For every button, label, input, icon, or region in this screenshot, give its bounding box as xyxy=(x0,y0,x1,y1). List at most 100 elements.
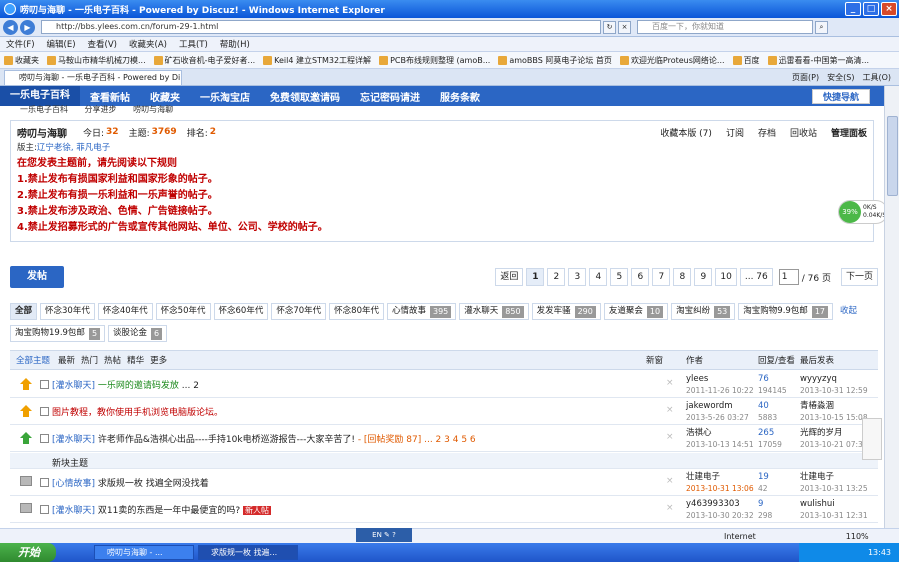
nav-new-posts[interactable]: 查看新帖 xyxy=(80,89,140,104)
archive-button[interactable]: 存档 xyxy=(758,126,776,139)
favorite-forum-button[interactable]: 收藏本版 (7) xyxy=(660,126,712,139)
category-12[interactable]: 淘宝购物9.9包邮 17 xyxy=(738,303,833,320)
thread-title[interactable]: 双11卖的东西是一年中最便宜的吗? xyxy=(98,506,240,516)
thread-title[interactable]: 求版规一枚 找遍全网没找着 xyxy=(98,479,209,489)
page-link[interactable]: 9 xyxy=(694,268,713,286)
vertical-scrollbar[interactable] xyxy=(884,86,899,528)
back-icon[interactable]: ◀ xyxy=(3,19,18,35)
menu-edit[interactable]: 编辑(E) xyxy=(47,38,76,50)
row-checkbox[interactable] xyxy=(40,505,49,514)
row-checkbox[interactable] xyxy=(40,478,49,487)
thread-extra[interactable]: - [回帖奖励 87] ... 2 3 4 5 6 xyxy=(358,435,476,445)
page-link[interactable]: 10 xyxy=(715,268,737,286)
tools-menu[interactable]: 工具(O) xyxy=(862,72,891,83)
category-13[interactable]: 淘宝购物19.9包邮 5 xyxy=(10,325,106,342)
category-5[interactable]: 怀念70年代 xyxy=(271,303,327,320)
category-10[interactable]: 友道聚会 10 xyxy=(603,303,669,320)
last-post-date[interactable]: 2013-10-31 12:31 xyxy=(800,510,868,521)
page-link[interactable]: 4 xyxy=(589,268,608,286)
subscribe-button[interactable]: 订阅 xyxy=(726,126,744,139)
menu-tools[interactable]: 工具(T) xyxy=(179,38,208,50)
zoom-level[interactable]: 110% xyxy=(846,532,869,541)
row-checkbox[interactable] xyxy=(40,380,49,389)
filter-more[interactable]: 更多 xyxy=(150,354,167,366)
page-menu[interactable]: 页面(P) xyxy=(792,72,819,83)
category-2[interactable]: 怀念40年代 xyxy=(97,303,153,320)
last-poster[interactable]: 壮建电子 xyxy=(800,472,868,483)
new-window-toggle[interactable]: 新窗 xyxy=(646,354,663,366)
filter-hot-posts[interactable]: 热帖 xyxy=(104,354,121,366)
filter-all[interactable]: 全部主题 xyxy=(16,354,50,366)
menu-favorites[interactable]: 收藏夹(A) xyxy=(129,38,167,50)
thread-author[interactable]: jakewordm xyxy=(686,401,749,412)
nav-invite[interactable]: 免费领取邀请码 xyxy=(260,89,350,104)
row-checkbox[interactable] xyxy=(40,407,49,416)
favorite-link[interactable]: 欢迎光临Proteus网络论... xyxy=(619,55,725,66)
minimize-button[interactable]: _ xyxy=(845,2,861,16)
url-input[interactable]: http://bbs.ylees.com.cn/forum-29-1.html xyxy=(41,20,601,34)
reply-count[interactable]: 265 xyxy=(758,428,782,439)
menu-file[interactable]: 文件(F) xyxy=(6,38,35,50)
nav-favorites[interactable]: 收藏夹 xyxy=(140,89,190,104)
last-post-date[interactable]: 2013-10-15 15:08 xyxy=(800,412,868,423)
reply-count[interactable]: 40 xyxy=(758,401,777,412)
thread-author[interactable]: ylees xyxy=(686,374,754,385)
start-button[interactable]: 开始 xyxy=(0,543,56,562)
thread-type[interactable]: [灌水聊天] xyxy=(52,435,95,445)
last-post-date[interactable]: 2013-10-21 07:32 xyxy=(800,439,868,450)
favorites-button[interactable]: 收藏夹 xyxy=(4,55,39,66)
last-poster[interactable]: 光辉的岁月 xyxy=(800,428,868,439)
page-link[interactable]: 7 xyxy=(652,268,671,286)
collapse-link[interactable]: 收起 xyxy=(836,303,862,320)
page-input[interactable]: 1 xyxy=(778,269,799,285)
browser-tab[interactable]: 唠叨与海聊 - 一乐电子百科 - Powered by Di... xyxy=(4,69,182,85)
ime-toolbar[interactable]: EN ✎ ? xyxy=(356,528,412,542)
thread-author[interactable]: 壮建电子 xyxy=(686,472,754,483)
breadcrumb-item[interactable]: 分享进步 xyxy=(85,105,117,114)
safety-menu[interactable]: 安全(S) xyxy=(827,72,854,83)
nav-password[interactable]: 忘记密码请进 xyxy=(350,89,430,104)
thread-type[interactable]: [心情故事] xyxy=(52,479,95,489)
favorite-link[interactable]: PCB布线规则整理 (amoB... xyxy=(379,55,490,66)
last-poster[interactable]: wulishui xyxy=(800,499,868,510)
row-checkbox[interactable] xyxy=(40,434,49,443)
close-button[interactable]: × xyxy=(881,2,897,16)
close-icon[interactable]: × xyxy=(666,378,674,388)
page-link[interactable]: 2 xyxy=(547,268,566,286)
last-post-date[interactable]: 2013-10-31 12:59 xyxy=(800,385,868,396)
filter-latest[interactable]: 最新 xyxy=(58,354,75,366)
thread-extra[interactable]: 新人帖 xyxy=(243,506,272,515)
last-post-date[interactable]: 2013-10-31 13:25 xyxy=(800,483,868,494)
thread-author[interactable]: y463993303 xyxy=(686,499,754,510)
last-poster[interactable]: 青椿淼涸 xyxy=(800,401,868,412)
category-3[interactable]: 怀念50年代 xyxy=(155,303,211,320)
category-6[interactable]: 怀念80年代 xyxy=(329,303,384,320)
menu-view[interactable]: 查看(V) xyxy=(88,38,117,50)
category-1[interactable]: 怀念30年代 xyxy=(40,303,95,320)
admin-panel-button[interactable]: 管理面板 xyxy=(831,126,867,139)
page-link[interactable]: 1 xyxy=(526,268,545,286)
page-link[interactable]: 5 xyxy=(610,268,629,286)
favorite-link[interactable]: 百度 xyxy=(732,55,760,66)
maximize-button[interactable]: □ xyxy=(863,2,879,16)
breadcrumb-item[interactable]: 唠叨与海聊 xyxy=(133,105,173,114)
last-poster[interactable]: wyyyzyq xyxy=(800,374,868,385)
category-9[interactable]: 发发牢骚 290 xyxy=(531,303,601,320)
favorite-link[interactable]: 马鞍山市精华机械刀模... xyxy=(47,55,146,66)
page-link[interactable]: 6 xyxy=(631,268,650,286)
forward-icon[interactable]: ▶ xyxy=(20,19,35,35)
nav-terms[interactable]: 服务条款 xyxy=(430,89,490,104)
taskbar-item[interactable]: 唠叨与海聊 - ... xyxy=(94,545,194,560)
close-icon[interactable]: × xyxy=(666,503,674,513)
stop-icon[interactable]: × xyxy=(618,20,631,34)
category-0[interactable]: 全部 xyxy=(10,303,38,320)
thread-type[interactable]: [灌水聊天] xyxy=(52,381,95,391)
favorite-link[interactable]: 矿石收音机-电子爱好者... xyxy=(153,55,255,66)
thread-title[interactable]: 图片教程，教你使用手机浏览电脑版论坛。 xyxy=(52,408,223,418)
nav-home[interactable]: 一乐电子百科 xyxy=(0,86,80,106)
thread-title[interactable]: 许老师作品&浩祺心出品----手持10k电桥巡游报告---大家辛苦了! xyxy=(98,435,355,445)
category-14[interactable]: 谈股论金 6 xyxy=(108,325,168,342)
close-icon[interactable]: × xyxy=(666,476,674,486)
page-link[interactable]: 3 xyxy=(568,268,587,286)
moderator-links[interactable]: 辽宁老徐, 菲凡电子 xyxy=(37,143,110,153)
